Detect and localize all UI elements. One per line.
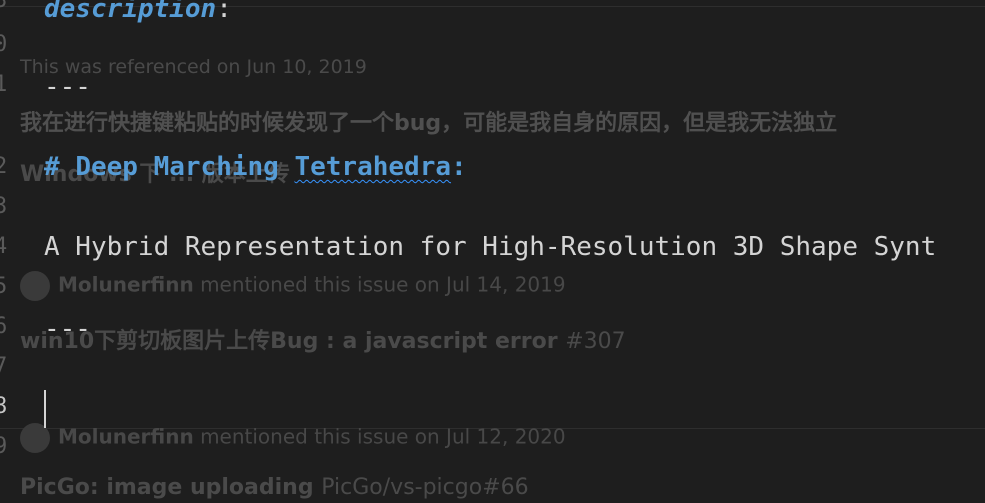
heading-hash: # [44, 152, 76, 182]
heading-text: Deep Marching [75, 152, 295, 182]
yaml-colon: : [216, 0, 232, 24]
front-matter-separator[interactable]: --- [44, 72, 91, 102]
line-number: 5 [0, 274, 8, 299]
line-number: 0 [0, 32, 8, 57]
markdown-heading-line[interactable]: # Deep Marching Tetrahedra: [44, 152, 467, 182]
code-editor[interactable]: 3 0 1 2 3 4 5 6 7 8 9 description: --- #… [0, 0, 985, 503]
heading-colon: : [451, 152, 467, 182]
description-line[interactable]: description: [44, 0, 232, 24]
line-number: 9 [0, 434, 8, 459]
line-number: 2 [0, 154, 8, 179]
separator-line[interactable]: --- [44, 314, 91, 344]
line-number-current: 8 [0, 394, 8, 419]
line-number: 4 [0, 234, 8, 259]
line-number: 3 [0, 194, 8, 219]
text-cursor [44, 390, 46, 428]
body-text-line[interactable]: A Hybrid Representation for High-Resolut… [44, 232, 936, 262]
line-number: 3 [0, 0, 8, 13]
spelling-error-word[interactable]: Tetrahedra [294, 152, 451, 182]
line-number: 1 [0, 72, 8, 97]
line-number: 6 [0, 314, 8, 339]
line-number: 7 [0, 354, 8, 379]
yaml-key: description [44, 0, 217, 24]
